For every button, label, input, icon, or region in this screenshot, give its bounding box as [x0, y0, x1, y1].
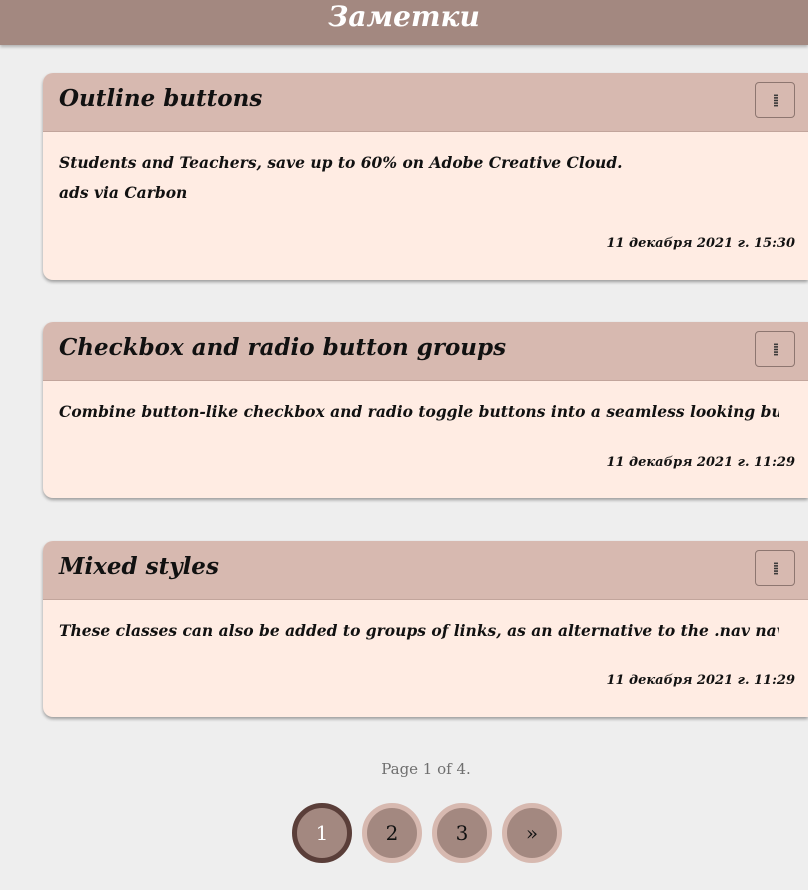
page-info: Page 1 of 4. — [381, 760, 471, 778]
app-header: Заметки — [0, 0, 808, 45]
note-date: 11 декабря 2021 г. 11:29 — [606, 673, 795, 688]
note-card: Mixed styles These classes can also be a… — [43, 541, 808, 717]
note-card-header: Mixed styles — [43, 541, 808, 600]
note-body: Students and Teachers, save up to 60% on… — [43, 132, 808, 208]
vertical-dots-icon — [774, 94, 778, 107]
note-card: Checkbox and radio button groups Combine… — [43, 322, 808, 498]
vertical-dots-icon — [774, 562, 778, 575]
note-date: 11 декабря 2021 г. 11:29 — [606, 455, 795, 470]
page-button-3[interactable]: 3 — [432, 803, 492, 863]
note-title: Mixed styles — [59, 553, 219, 580]
note-menu-button[interactable] — [755, 82, 795, 118]
note-text-line: Students and Teachers, save up to 60% on… — [59, 153, 623, 172]
note-text-line: These classes can also be added to group… — [59, 621, 779, 640]
note-card-header: Checkbox and radio button groups — [43, 322, 808, 381]
page-button-1[interactable]: 1 — [292, 803, 352, 863]
note-menu-button[interactable] — [755, 550, 795, 586]
note-card-header: Outline buttons — [43, 73, 808, 132]
note-body: These classes can also be added to group… — [43, 600, 808, 646]
note-card: Outline buttons Students and Teachers, s… — [43, 73, 808, 280]
note-menu-button[interactable] — [755, 331, 795, 367]
note-date: 11 декабря 2021 г. 15:30 — [606, 236, 795, 251]
note-title: Checkbox and radio button groups — [59, 334, 507, 361]
page-button-2[interactable]: 2 — [362, 803, 422, 863]
note-body: Combine button-like checkbox and radio t… — [43, 381, 808, 427]
note-text-line: Combine button-like checkbox and radio t… — [59, 402, 779, 421]
note-title: Outline buttons — [59, 85, 263, 112]
app-title: Заметки — [328, 0, 480, 33]
vertical-dots-icon — [774, 343, 778, 356]
next-page-button[interactable]: » — [502, 803, 562, 863]
note-text-line: ads via Carbon — [59, 183, 188, 202]
